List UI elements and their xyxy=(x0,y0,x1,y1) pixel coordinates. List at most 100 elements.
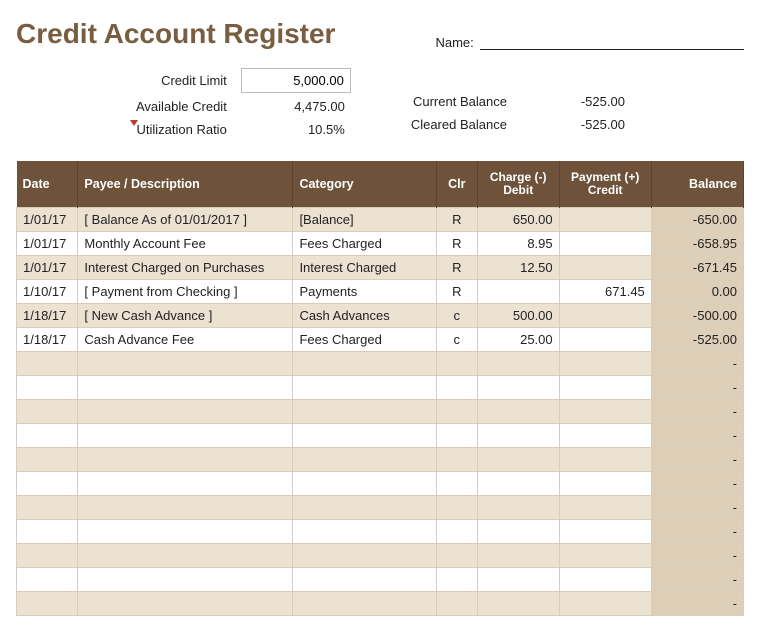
cell-balance[interactable]: - xyxy=(651,592,743,616)
cell-payment[interactable] xyxy=(559,256,651,280)
cell-date[interactable]: 1/01/17 xyxy=(17,232,78,256)
cell-charge[interactable] xyxy=(477,544,559,568)
table-row[interactable]: - xyxy=(17,448,744,472)
cell-payee[interactable]: Monthly Account Fee xyxy=(78,232,293,256)
table-row[interactable]: 1/10/17[ Payment from Checking ]Payments… xyxy=(17,280,744,304)
cell-date[interactable] xyxy=(17,352,78,376)
cell-clr[interactable] xyxy=(436,520,477,544)
cell-payee[interactable]: [ Payment from Checking ] xyxy=(78,280,293,304)
cell-clr[interactable]: c xyxy=(436,328,477,352)
cell-payee[interactable]: Cash Advance Fee xyxy=(78,328,293,352)
cell-clr[interactable]: R xyxy=(436,232,477,256)
cell-payee[interactable] xyxy=(78,568,293,592)
cell-balance[interactable]: - xyxy=(651,472,743,496)
cell-charge[interactable] xyxy=(477,448,559,472)
cell-date[interactable] xyxy=(17,496,78,520)
cell-payee[interactable]: [ Balance As of 01/01/2017 ] xyxy=(78,208,293,232)
cell-date[interactable] xyxy=(17,400,78,424)
cell-category[interactable] xyxy=(293,376,436,400)
cell-payment[interactable] xyxy=(559,328,651,352)
cell-date[interactable]: 1/18/17 xyxy=(17,328,78,352)
table-row[interactable]: 1/01/17Monthly Account FeeFees ChargedR8… xyxy=(17,232,744,256)
cell-category[interactable]: Cash Advances xyxy=(293,304,436,328)
cell-category[interactable] xyxy=(293,424,436,448)
table-row[interactable]: - xyxy=(17,520,744,544)
cell-category[interactable]: [Balance] xyxy=(293,208,436,232)
cell-balance[interactable]: - xyxy=(651,424,743,448)
credit-limit-input[interactable] xyxy=(241,68,351,93)
table-row[interactable]: 1/01/17Interest Charged on PurchasesInte… xyxy=(17,256,744,280)
cell-date[interactable] xyxy=(17,472,78,496)
cell-charge[interactable] xyxy=(477,472,559,496)
table-row[interactable]: - xyxy=(17,472,744,496)
cell-balance[interactable]: - xyxy=(651,376,743,400)
cell-balance[interactable]: - xyxy=(651,568,743,592)
cell-charge[interactable]: 650.00 xyxy=(477,208,559,232)
cell-balance[interactable]: -525.00 xyxy=(651,328,743,352)
cell-balance[interactable]: - xyxy=(651,496,743,520)
cell-category[interactable] xyxy=(293,520,436,544)
cell-date[interactable]: 1/10/17 xyxy=(17,280,78,304)
cell-category[interactable] xyxy=(293,592,436,616)
cell-payment[interactable] xyxy=(559,208,651,232)
cell-clr[interactable] xyxy=(436,352,477,376)
cell-category[interactable] xyxy=(293,400,436,424)
cell-payee[interactable] xyxy=(78,424,293,448)
cell-payment[interactable] xyxy=(559,544,651,568)
cell-balance[interactable]: - xyxy=(651,400,743,424)
cell-date[interactable]: 1/01/17 xyxy=(17,256,78,280)
cell-payee[interactable] xyxy=(78,544,293,568)
cell-category[interactable] xyxy=(293,352,436,376)
cell-payment[interactable] xyxy=(559,520,651,544)
cell-date[interactable] xyxy=(17,376,78,400)
table-row[interactable]: - xyxy=(17,544,744,568)
cell-category[interactable] xyxy=(293,544,436,568)
cell-category[interactable]: Fees Charged xyxy=(293,328,436,352)
cell-balance[interactable]: -650.00 xyxy=(651,208,743,232)
table-row[interactable]: - xyxy=(17,376,744,400)
cell-clr[interactable]: R xyxy=(436,280,477,304)
cell-payee[interactable]: [ New Cash Advance ] xyxy=(78,304,293,328)
cell-clr[interactable] xyxy=(436,376,477,400)
cell-charge[interactable]: 8.95 xyxy=(477,232,559,256)
table-row[interactable]: - xyxy=(17,592,744,616)
cell-charge[interactable] xyxy=(477,352,559,376)
cell-date[interactable] xyxy=(17,568,78,592)
cell-category[interactable]: Fees Charged xyxy=(293,232,436,256)
cell-date[interactable] xyxy=(17,592,78,616)
cell-charge[interactable] xyxy=(477,496,559,520)
cell-payee[interactable]: Interest Charged on Purchases xyxy=(78,256,293,280)
table-row[interactable]: - xyxy=(17,424,744,448)
cell-balance[interactable]: - xyxy=(651,544,743,568)
cell-category[interactable] xyxy=(293,448,436,472)
cell-charge[interactable] xyxy=(477,424,559,448)
cell-payment[interactable] xyxy=(559,304,651,328)
table-row[interactable]: - xyxy=(17,400,744,424)
cell-category[interactable]: Payments xyxy=(293,280,436,304)
table-row[interactable]: 1/01/17[ Balance As of 01/01/2017 ][Bala… xyxy=(17,208,744,232)
cell-date[interactable] xyxy=(17,448,78,472)
cell-payee[interactable] xyxy=(78,400,293,424)
cell-date[interactable] xyxy=(17,544,78,568)
cell-payment[interactable] xyxy=(559,424,651,448)
cell-payment[interactable] xyxy=(559,352,651,376)
cell-category[interactable] xyxy=(293,496,436,520)
cell-clr[interactable]: R xyxy=(436,208,477,232)
cell-charge[interactable]: 25.00 xyxy=(477,328,559,352)
cell-balance[interactable]: - xyxy=(651,448,743,472)
cell-date[interactable]: 1/01/17 xyxy=(17,208,78,232)
cell-charge[interactable]: 500.00 xyxy=(477,304,559,328)
table-row[interactable]: - xyxy=(17,352,744,376)
cell-clr[interactable] xyxy=(436,568,477,592)
cell-payment[interactable] xyxy=(559,592,651,616)
cell-balance[interactable]: -500.00 xyxy=(651,304,743,328)
cell-payment[interactable] xyxy=(559,376,651,400)
cell-date[interactable] xyxy=(17,424,78,448)
cell-charge[interactable]: 12.50 xyxy=(477,256,559,280)
cell-clr[interactable] xyxy=(436,472,477,496)
cell-payee[interactable] xyxy=(78,448,293,472)
cell-payment[interactable] xyxy=(559,448,651,472)
table-row[interactable]: - xyxy=(17,496,744,520)
cell-category[interactable]: Interest Charged xyxy=(293,256,436,280)
cell-payee[interactable] xyxy=(78,496,293,520)
